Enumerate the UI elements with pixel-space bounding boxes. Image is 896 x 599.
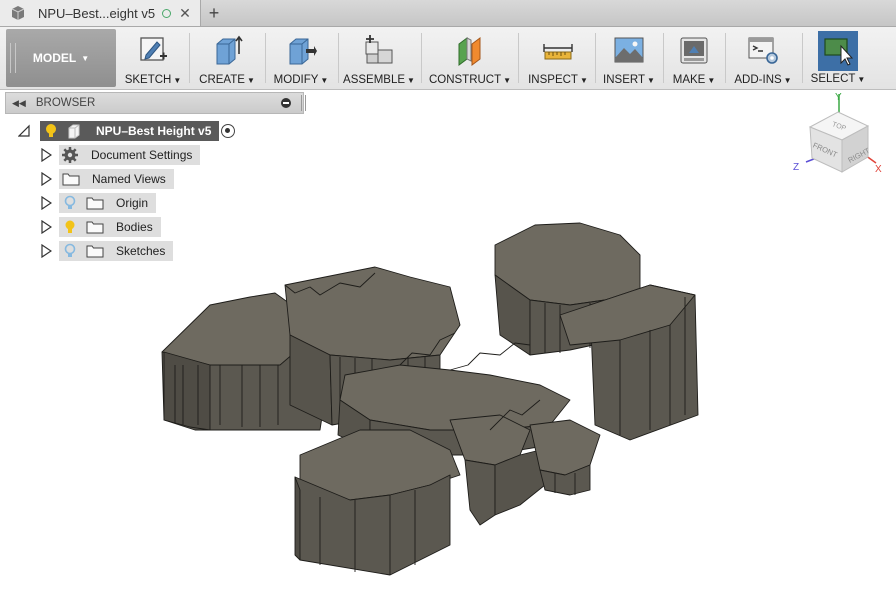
modify-icon [289, 38, 317, 65]
toolbar-grip-icon[interactable] [10, 43, 16, 73]
toolbar-add-ins-label: ADD-INS [734, 74, 782, 86]
minimize-panel-icon[interactable] [281, 98, 291, 108]
new-tab-button[interactable]: + [204, 2, 224, 24]
z-axis-label: Z [793, 162, 799, 173]
lightbulb-off-icon[interactable] [62, 243, 78, 259]
expand-triangle-icon[interactable] [40, 172, 52, 186]
browser-item-label: Bodies [116, 220, 153, 234]
toolbar-divider [265, 33, 266, 83]
browser-item-label: Named Views [92, 172, 166, 186]
toolbar-construct[interactable]: CONSTRUCT ▼ [428, 29, 511, 87]
expanded-triangle-icon[interactable] [18, 124, 30, 138]
toolbar-divider [421, 33, 422, 83]
document-settings-node[interactable]: Document Settings [59, 145, 201, 165]
browser-item-label: Document Settings [91, 148, 193, 162]
toolbar-make[interactable]: MAKE ▼ [670, 29, 718, 87]
browser-root-row[interactable]: NPU–Best Height v5 [18, 121, 236, 141]
browser-item-label: Origin [116, 196, 149, 210]
origin-node[interactable]: Origin [59, 193, 157, 213]
inspect-icon [543, 44, 573, 60]
browser-title: BROWSER [35, 97, 96, 109]
toolbar-inspect-label: INSPECT [528, 74, 578, 86]
browser-item-bodies[interactable]: Bodies [40, 217, 161, 237]
toolbar-select[interactable]: SELECT ▼ [810, 29, 866, 87]
extruded-map-model[interactable] [150, 215, 710, 585]
expand-triangle-icon[interactable] [40, 220, 52, 234]
folder-icon [86, 221, 104, 234]
toolbar-construct-label: CONSTRUCT [428, 74, 502, 86]
make-icon [680, 37, 708, 64]
select-active-bg [818, 31, 858, 71]
browser-item-document-settings[interactable]: Document Settings [40, 145, 201, 165]
toolbar-divider [595, 33, 596, 83]
browser-item-named-views[interactable]: Named Views [40, 169, 174, 189]
toolbar-divider [663, 33, 664, 83]
toolbar-divider [189, 33, 190, 83]
add-ins-icon [748, 37, 778, 64]
toolbar-insert-label: INSERT [603, 74, 646, 86]
browser-item-origin[interactable]: Origin [40, 193, 157, 213]
browser-header[interactable]: ◀◀ BROWSER [5, 92, 304, 114]
expand-triangle-icon[interactable] [40, 196, 52, 210]
y-axis-label: Y [835, 92, 842, 103]
select-icon [824, 38, 854, 66]
toolbar-divider [518, 33, 519, 83]
folder-icon [86, 197, 104, 210]
workspace-switcher[interactable]: MODEL ▼ [6, 29, 116, 87]
toolbar-assemble[interactable]: ASSEMBLE ▼ [343, 29, 415, 87]
construct-icon [458, 37, 481, 66]
sketch-icon [140, 37, 167, 61]
viewcube[interactable]: Y Z X TOP FRONT RIGHT [786, 90, 892, 190]
browser-root-label: NPU–Best Height v5 [96, 124, 212, 138]
activate-component-radio[interactable] [221, 124, 236, 138]
toolbar-select-label: SELECT [810, 73, 856, 85]
toolbar-divider [802, 33, 803, 83]
bodies-node[interactable]: Bodies [59, 217, 161, 237]
toolbar-create-label: CREATE [199, 74, 245, 86]
document-tab[interactable]: NPU–Best...eight v5 ✕ [0, 0, 201, 26]
toolbar-divider [338, 33, 339, 83]
toolbar: MODEL ▼ SKETCH ▼ CREATE ▼ MODIFY ▼ ASSEM… [0, 27, 896, 90]
caret-down-icon: ▼ [81, 53, 90, 63]
expand-triangle-icon[interactable] [40, 148, 52, 162]
toolbar-make-label: MAKE [672, 74, 706, 86]
folder-icon [86, 245, 104, 258]
x-axis-label: X [875, 164, 882, 175]
toolbar-modify-label: MODIFY [273, 74, 319, 86]
toolbar-divider [725, 33, 726, 83]
saved-status-icon [162, 8, 172, 18]
close-tab-icon[interactable]: ✕ [179, 5, 191, 22]
toolbar-modify[interactable]: MODIFY ▼ [272, 29, 330, 87]
workspace-label: MODEL [32, 51, 77, 65]
lightbulb-icon[interactable] [42, 122, 60, 140]
lightbulb-off-icon[interactable] [62, 195, 78, 211]
component-icon [68, 124, 80, 139]
toolbar-sketch-label: SKETCH [124, 74, 172, 86]
assemble-icon [365, 35, 393, 64]
expand-triangle-icon[interactable] [40, 244, 52, 258]
toolbar-add-ins[interactable]: ADD-INS ▼ [732, 29, 794, 87]
tab-title: NPU–Best...eight v5 [38, 5, 156, 21]
browser-root-node[interactable]: NPU–Best Height v5 [40, 121, 220, 141]
toolbar-assemble-label: ASSEMBLE [343, 74, 406, 86]
tab-bar: NPU–Best...eight v5 ✕ + [0, 0, 896, 27]
gear-icon [62, 147, 78, 163]
toolbar-insert[interactable]: INSERT ▼ [603, 29, 655, 87]
collapse-panel-icon[interactable]: ◀◀ [12, 98, 26, 109]
named-views-node[interactable]: Named Views [59, 169, 174, 189]
lightbulb-icon[interactable] [62, 219, 78, 235]
create-icon [216, 35, 243, 65]
document-icon [11, 6, 25, 20]
toolbar-sketch[interactable]: SKETCH ▼ [124, 29, 182, 87]
panel-resize-handle[interactable] [301, 95, 306, 111]
toolbar-inspect[interactable]: INSPECT ▼ [528, 29, 588, 87]
toolbar-create[interactable]: CREATE ▼ [198, 29, 256, 87]
insert-icon [614, 37, 644, 63]
folder-icon [62, 173, 80, 186]
